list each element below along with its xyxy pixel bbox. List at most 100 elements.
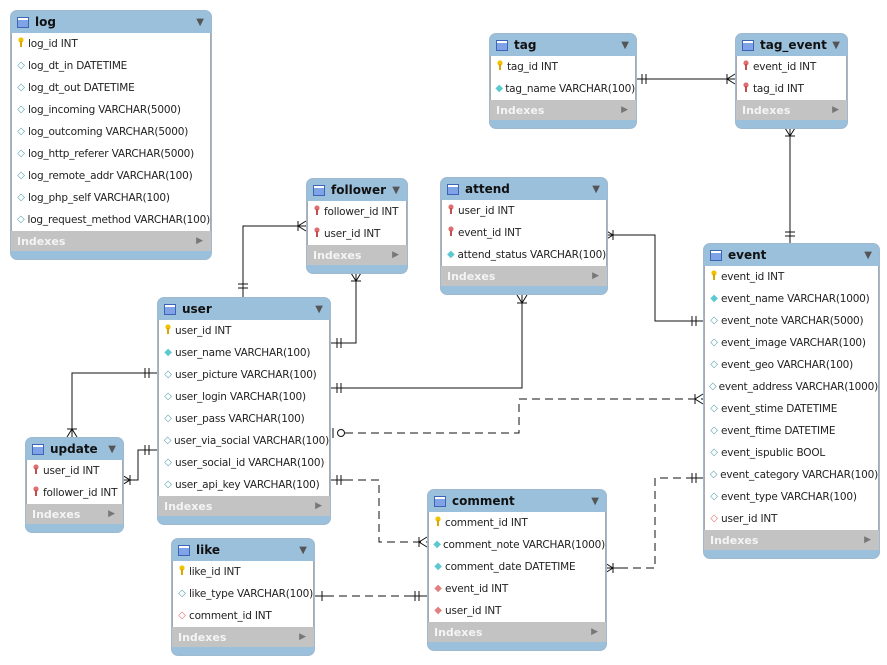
collapse-arrow-icon[interactable]: ▼ <box>108 444 116 455</box>
indexes-section[interactable]: Indexes ▶ <box>158 496 330 516</box>
column-row[interactable]: ◆ comment_note VARCHAR(1000) <box>429 534 605 556</box>
expand-arrow-icon[interactable]: ▶ <box>299 632 306 642</box>
rel-user-comment-marks <box>329 475 428 548</box>
column-row[interactable]: ◇ comment_id INT <box>173 605 313 627</box>
column-row[interactable]: ◇ log_request_method VARCHAR(100) <box>12 209 210 231</box>
collapse-arrow-icon[interactable]: ▼ <box>591 496 599 507</box>
table-like[interactable]: like ▼ like_id INT ◇ like_type VARCHAR(100) ◇… <box>171 538 315 656</box>
column-row[interactable]: ◇ log_incoming VARCHAR(5000) <box>12 99 210 121</box>
column-row[interactable]: ◇ event_geo VARCHAR(100) <box>705 354 878 376</box>
collapse-arrow-icon[interactable]: ▼ <box>592 184 600 195</box>
table-header[interactable]: update ▼ <box>26 438 123 460</box>
table-header[interactable]: event ▼ <box>704 244 879 266</box>
collapse-arrow-icon[interactable]: ▼ <box>392 185 400 196</box>
column-row[interactable]: ◇ event_address VARCHAR(1000) <box>705 376 878 398</box>
collapse-arrow-icon[interactable]: ▼ <box>299 545 307 556</box>
column-row[interactable]: ◇ event_note VARCHAR(5000) <box>705 310 878 332</box>
column-row[interactable]: ◇ user_id INT <box>705 508 878 530</box>
table-header[interactable]: follower ▼ <box>307 179 407 201</box>
column-row[interactable]: user_id INT <box>442 200 606 222</box>
column-row[interactable]: ◇ user_login VARCHAR(100) <box>159 386 329 408</box>
column-row[interactable]: ◇ user_pass VARCHAR(100) <box>159 408 329 430</box>
column-row[interactable]: ◆ tag_name VARCHAR(100) <box>491 78 635 100</box>
table-tag[interactable]: tag ▼ tag_id INT ◆ tag_name VARCHAR(100) Inde… <box>489 33 637 129</box>
column-row[interactable]: ◇ event_type VARCHAR(100) <box>705 486 878 508</box>
expand-arrow-icon[interactable]: ▶ <box>196 236 203 246</box>
column-row[interactable]: ◇ event_stime DATETIME <box>705 398 878 420</box>
column-row[interactable]: ◆ event_name VARCHAR(1000) <box>705 288 878 310</box>
column-row[interactable]: ◇ log_php_self VARCHAR(100) <box>12 187 210 209</box>
column-row[interactable]: ◆ event_id INT <box>429 578 605 600</box>
column-row[interactable]: ◇ event_ftime DATETIME <box>705 420 878 442</box>
column-row[interactable]: ◆ attend_status VARCHAR(100) <box>442 244 606 266</box>
expand-arrow-icon[interactable]: ▶ <box>108 509 115 519</box>
column-row[interactable]: ◆ comment_date DATETIME <box>429 556 605 578</box>
indexes-section[interactable]: Indexes ▶ <box>172 627 314 647</box>
column-row[interactable]: event_id INT <box>737 56 846 78</box>
column-row[interactable]: user_id INT <box>159 320 329 342</box>
table-user[interactable]: user ▼ user_id INT ◆ user_name VARCHAR(100) ◇… <box>157 297 331 525</box>
indexes-section[interactable]: Indexes ▶ <box>428 622 606 642</box>
expand-arrow-icon[interactable]: ▶ <box>591 627 598 637</box>
indexes-section[interactable]: Indexes ▶ <box>26 504 123 524</box>
table-header[interactable]: comment ▼ <box>428 490 606 512</box>
column-row[interactable]: follower_id INT <box>308 201 406 223</box>
table-header[interactable]: attend ▼ <box>441 178 607 200</box>
collapse-arrow-icon[interactable]: ▼ <box>315 304 323 315</box>
column-row[interactable]: ◇ log_dt_in DATETIME <box>12 55 210 77</box>
indexes-section[interactable]: Indexes ▶ <box>441 266 607 286</box>
foreign-diamond-icon: ◇ <box>710 513 718 524</box>
expand-arrow-icon[interactable]: ▶ <box>392 250 399 260</box>
column-row[interactable]: ◆ user_id INT <box>429 600 605 622</box>
table-header[interactable]: tag ▼ <box>490 34 636 56</box>
column-row[interactable]: ◇ user_picture VARCHAR(100) <box>159 364 329 386</box>
column-row[interactable]: log_id INT <box>12 33 210 55</box>
column-row[interactable]: ◇ event_image VARCHAR(100) <box>705 332 878 354</box>
column-row[interactable]: follower_id INT <box>27 482 122 504</box>
table-header[interactable]: like ▼ <box>172 539 314 561</box>
collapse-arrow-icon[interactable]: ▼ <box>621 40 629 51</box>
table-update[interactable]: update ▼ user_id INT follower_id INT Indexes… <box>25 437 124 533</box>
column-row[interactable]: ◇ log_dt_out DATETIME <box>12 77 210 99</box>
indexes-section[interactable]: Indexes ▶ <box>490 100 636 120</box>
column-row[interactable]: user_id INT <box>27 460 122 482</box>
indexes-section[interactable]: Indexes ▶ <box>736 100 847 120</box>
column-row[interactable]: ◆ user_name VARCHAR(100) <box>159 342 329 364</box>
expand-arrow-icon[interactable]: ▶ <box>592 271 599 281</box>
column-row[interactable]: tag_id INT <box>491 56 635 78</box>
indexes-section[interactable]: Indexes ▶ <box>11 231 211 251</box>
column-row[interactable]: like_id INT <box>173 561 313 583</box>
collapse-arrow-icon[interactable]: ▼ <box>864 250 872 261</box>
column-row[interactable]: tag_id INT <box>737 78 846 100</box>
column-row[interactable]: ◇ log_http_referer VARCHAR(5000) <box>12 143 210 165</box>
table-comment[interactable]: comment ▼ comment_id INT ◆ comment_note VARC… <box>427 489 607 651</box>
column-row[interactable]: ◇ like_type VARCHAR(100) <box>173 583 313 605</box>
column-row[interactable]: ◇ user_via_social VARCHAR(100) <box>159 430 329 452</box>
column-row[interactable]: event_id INT <box>705 266 878 288</box>
column-row[interactable]: ◇ log_remote_addr VARCHAR(100) <box>12 165 210 187</box>
column-row[interactable]: ◇ user_api_key VARCHAR(100) <box>159 474 329 496</box>
table-header[interactable]: log ▼ <box>11 11 211 33</box>
table-follower[interactable]: follower ▼ follower_id INT user_id INT Index… <box>306 178 408 274</box>
expand-arrow-icon[interactable]: ▶ <box>864 535 871 545</box>
table-header[interactable]: tag_event ▼ <box>736 34 847 56</box>
column-row[interactable]: ◇ user_social_id VARCHAR(100) <box>159 452 329 474</box>
column-row[interactable]: user_id INT <box>308 223 406 245</box>
table-header[interactable]: user ▼ <box>158 298 330 320</box>
column-row[interactable]: ◇ event_category VARCHAR(100) <box>705 464 878 486</box>
indexes-section[interactable]: Indexes ▶ <box>704 530 879 550</box>
expand-arrow-icon[interactable]: ▶ <box>315 501 322 511</box>
collapse-arrow-icon[interactable]: ▼ <box>832 40 840 51</box>
expand-arrow-icon[interactable]: ▶ <box>621 105 628 115</box>
column-row[interactable]: event_id INT <box>442 222 606 244</box>
column-row[interactable]: comment_id INT <box>429 512 605 534</box>
table-tag_event[interactable]: tag_event ▼ event_id INT tag_id INT Indexes ▶ <box>735 33 848 129</box>
column-row[interactable]: ◇ event_ispublic BOOL <box>705 442 878 464</box>
table-attend[interactable]: attend ▼ user_id INT event_id INT ◆ attend_st… <box>440 177 608 295</box>
indexes-section[interactable]: Indexes ▶ <box>307 245 407 265</box>
column-row[interactable]: ◇ log_outcoming VARCHAR(5000) <box>12 121 210 143</box>
collapse-arrow-icon[interactable]: ▼ <box>196 17 204 28</box>
expand-arrow-icon[interactable]: ▶ <box>832 105 839 115</box>
table-log[interactable]: log ▼ log_id INT ◇ log_dt_in DATETIME ◇ log_dt… <box>10 10 212 260</box>
table-event[interactable]: event ▼ event_id INT ◆ event_name VARCHAR(10… <box>703 243 880 559</box>
